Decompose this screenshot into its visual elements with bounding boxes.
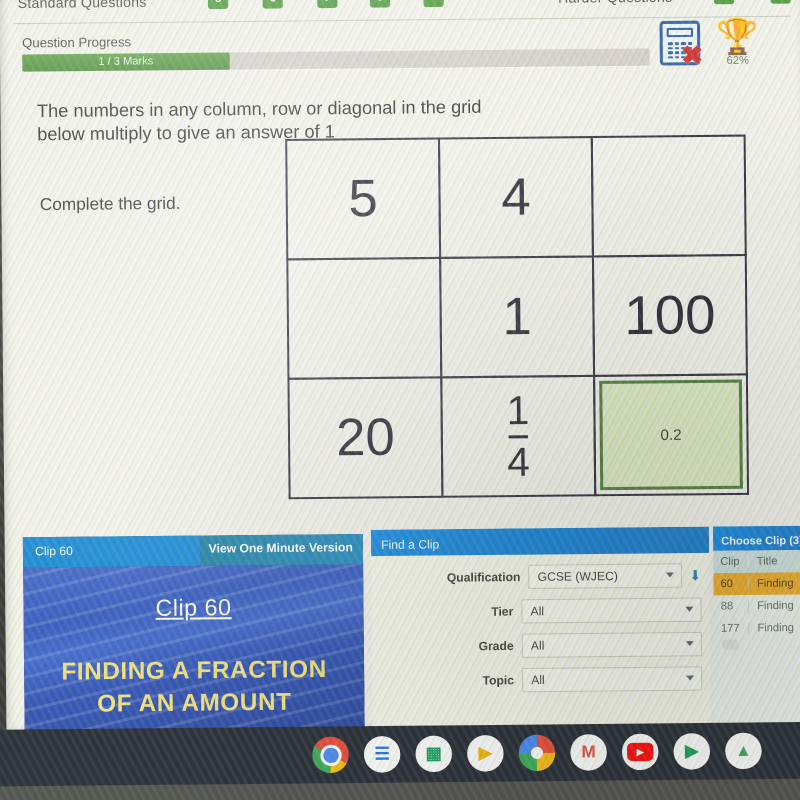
choose-clip-panel: Choose Clip (3) Clip Title 60 Finding 88… xyxy=(712,525,800,727)
table-row[interactable]: 88 Finding xyxy=(714,594,800,617)
trophy-score: 🏆 62% xyxy=(714,18,761,75)
grid-cell-r2c2: 1 xyxy=(439,255,596,379)
column-header-title: Title xyxy=(747,555,778,568)
fraction-denominator: 4 xyxy=(507,439,530,485)
grid-cell-r2c1 xyxy=(286,256,443,380)
table-row[interactable]: 60 Finding xyxy=(713,572,800,596)
grid-cell-r3c3[interactable]: 0.2 xyxy=(593,373,750,497)
grade-select[interactable]: All xyxy=(521,631,703,658)
column-header-clip: Clip xyxy=(720,555,740,568)
chevron-down-icon xyxy=(686,675,695,681)
field-grade: Grade All xyxy=(372,631,703,659)
google-docs-icon[interactable]: ☰ xyxy=(363,735,401,773)
google-sheets-icon[interactable]: ▦ xyxy=(415,735,453,773)
find-a-clip-header: Find a Clip xyxy=(370,526,710,557)
qualification-label: Qualification xyxy=(446,569,521,585)
clip-title: Finding xyxy=(748,599,794,613)
find-a-clip-fields: Qualification GCSE (WJEC) ⬇ Tier All Gra… xyxy=(371,553,710,694)
question-progress-label: Question Progress xyxy=(22,34,132,51)
clip-number: 60 xyxy=(720,577,734,591)
progress-marks-label: 1 / 3 Marks xyxy=(98,55,154,68)
progress-track: 1 / 3 Marks xyxy=(22,48,650,72)
question-tab-5[interactable]: 5 xyxy=(207,0,229,10)
chevron-down-icon xyxy=(685,606,694,612)
grid-cell-r1c2: 4 xyxy=(437,136,594,259)
screenshot-root: Standard Questions Harder Questions 5 6 … xyxy=(0,0,800,800)
question-tab-6[interactable]: 6 xyxy=(262,0,283,9)
play-store-icon[interactable]: ▶ xyxy=(673,733,711,770)
download-icon[interactable]: ⬇ xyxy=(689,567,701,584)
grid-cell-r3c2: 1 4 xyxy=(440,374,597,498)
table-row[interactable]: 177 Finding xyxy=(714,617,800,640)
multiplication-grid: 5 4 1 100 20 1 4 0.2 xyxy=(285,134,750,500)
grid-cell-r3c1: 20 xyxy=(287,376,444,500)
google-slides-icon[interactable]: ▶ xyxy=(466,735,504,772)
field-tier: Tier All xyxy=(372,597,702,624)
clip-video-header: Clip 60 View One Minute Version xyxy=(22,533,364,568)
grid-cell-r1c3 xyxy=(590,134,747,258)
find-a-clip-panel: Find a Clip Qualification GCSE (WJEC) ⬇ … xyxy=(370,526,711,731)
clip-video-panel: Clip 60 View One Minute Version Clip 60 … xyxy=(22,533,365,734)
calculator-not-allowed-icon: ✖ xyxy=(659,20,703,70)
google-photos-icon[interactable] xyxy=(518,734,556,772)
question-tab-8[interactable]: 8 xyxy=(369,0,391,8)
grid-cell-r2c3: 100 xyxy=(591,253,748,377)
fraction-numerator: 1 xyxy=(506,388,530,433)
tier-select[interactable]: All xyxy=(521,597,702,624)
standard-questions-label[interactable]: Standard Questions xyxy=(18,0,147,11)
harder-questions-label[interactable]: Harder Questions xyxy=(558,0,672,6)
field-topic: Topic All xyxy=(372,666,703,693)
clip-number-label: Clip 60 xyxy=(35,543,73,559)
chrome-icon[interactable] xyxy=(312,736,349,774)
grid-cell-r1c1: 5 xyxy=(285,137,442,261)
harder-question-tab-2[interactable] xyxy=(770,0,791,4)
red-cross-icon: ✖ xyxy=(681,39,704,71)
find-a-clip-title: Find a Clip xyxy=(381,537,440,552)
question-tab-7[interactable]: 7 xyxy=(317,0,338,9)
clip-title: Finding xyxy=(748,621,794,635)
view-one-minute-version-link[interactable]: View One Minute Version xyxy=(209,540,353,556)
thumbnail-line-2: OF AN AMOUNT xyxy=(97,688,292,718)
choose-clip-title: Choose Clip (3) xyxy=(721,534,800,548)
field-qualification: Qualification GCSE (WJEC) ⬇ xyxy=(371,563,701,590)
chevron-down-icon xyxy=(685,641,694,647)
grade-label: Grade xyxy=(478,638,514,654)
question-tab-9[interactable]: 9 xyxy=(423,0,444,8)
topic-label: Topic xyxy=(482,673,515,688)
screen-photo-tilt: Standard Questions Harder Questions 5 6 … xyxy=(0,0,800,800)
question-progress: Question Progress 1 / 3 Marks xyxy=(22,29,650,72)
choose-clip-header: Choose Clip (3) xyxy=(712,525,800,551)
thumbnail-line-1: FINDING A FRACTION xyxy=(61,655,327,686)
thumbnail-clip-title: Clip 60 xyxy=(155,593,232,621)
fraction-one-quarter: 1 4 xyxy=(506,388,530,485)
choose-clip-empty-area xyxy=(714,639,800,678)
answer-input[interactable]: 0.2 xyxy=(599,379,743,491)
calculator-screen xyxy=(666,27,694,38)
fraction-bar xyxy=(509,434,528,438)
shelf-icons: ☰ ▦ ▶ M ▶ ▲ xyxy=(312,732,762,774)
gmail-icon[interactable]: M xyxy=(570,734,607,771)
classroom-icon[interactable]: ▲ xyxy=(725,732,762,770)
topic-select[interactable]: All xyxy=(521,666,703,693)
app-page: Standard Questions Harder Questions 5 6 … xyxy=(0,0,800,734)
clip-number: 88 xyxy=(720,600,734,613)
choose-clip-table-header: Clip Title xyxy=(713,549,800,574)
question-instruction: Complete the grid. xyxy=(39,193,181,215)
placeholder-chip xyxy=(722,639,739,650)
youtube-icon[interactable] xyxy=(621,733,659,771)
clip-number: 177 xyxy=(720,622,740,635)
qualification-select[interactable]: GCSE (WJEC) xyxy=(528,563,683,590)
chevron-down-icon xyxy=(666,572,675,578)
clip-video-thumbnail[interactable]: Clip 60 FINDING A FRACTION OF AN AMOUNT xyxy=(23,564,365,734)
trophy-icon: 🏆 xyxy=(715,18,760,57)
clip-title: Finding xyxy=(747,577,794,590)
bottom-panels: Clip 60 View One Minute Version Clip 60 … xyxy=(4,520,800,734)
tier-label: Tier xyxy=(491,604,514,619)
harder-question-tab-1[interactable] xyxy=(713,0,735,5)
